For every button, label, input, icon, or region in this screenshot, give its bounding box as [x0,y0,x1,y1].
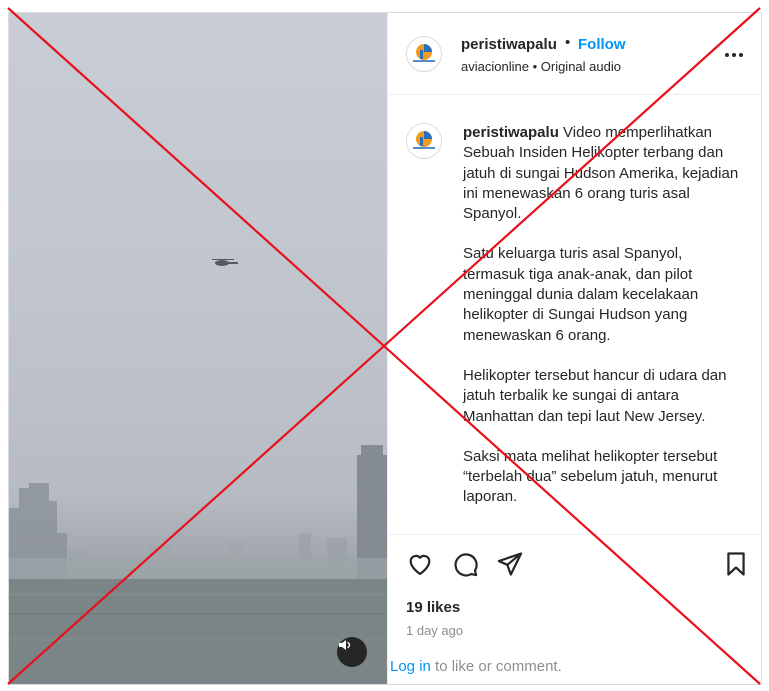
post-caption: peristiwapalu Video memperlihatkan Sebua… [463,123,748,528]
separator-dot: • [565,34,571,51]
bookmark-icon[interactable] [722,550,750,578]
caption-username[interactable]: peristiwapalu [463,124,559,141]
more-options-button[interactable] [722,47,746,63]
caption-paragraph: Saksi mata melihat helikopter tersebut “… [463,447,718,506]
post-timestamp: 1 day ago [406,623,464,638]
speaker-icon [339,640,351,650]
audio-track-link[interactable]: Original audio [541,59,621,74]
helicopter-shape [212,259,238,266]
video-player[interactable] [9,13,387,684]
avatar[interactable] [406,36,442,72]
login-link[interactable]: Log in [390,658,431,675]
header-username[interactable]: peristiwapalu [461,36,557,53]
comments-section[interactable]: peristiwapalu Video memperlihatkan Sebua… [388,96,761,534]
login-prompt: Log in to like or comment. [388,658,761,684]
post-container: peristiwapalu • Follow aviacionline • Or… [8,12,762,685]
caption-paragraph: Helikopter tersebut hancur di udara dan … [463,366,727,425]
comment-icon[interactable] [451,550,479,578]
audio-info: aviacionline • Original audio [461,59,621,74]
post-header: peristiwapalu • Follow aviacionline • Or… [388,13,761,95]
caption-avatar[interactable] [406,123,442,159]
more-options-icon [725,53,729,57]
profile-logo-icon [413,44,435,62]
audio-artist-link[interactable]: aviacionline [461,59,529,74]
likes-count[interactable]: 19 likes [406,599,460,616]
mute-button[interactable] [337,637,367,667]
follow-button[interactable]: Follow [578,36,626,53]
video-frame [9,259,387,684]
action-bar: 19 likes 1 day ago [388,534,761,674]
profile-logo-icon [413,131,435,149]
audio-separator: • [532,59,538,74]
heart-icon[interactable] [406,550,434,578]
caption-paragraph: Satu keluarga turis asal Spanyol, termas… [463,245,699,344]
post-side-panel: peristiwapalu • Follow aviacionline • Or… [387,13,761,684]
paper-plane-icon[interactable] [496,550,524,578]
login-prompt-text: to like or comment. [430,658,562,675]
